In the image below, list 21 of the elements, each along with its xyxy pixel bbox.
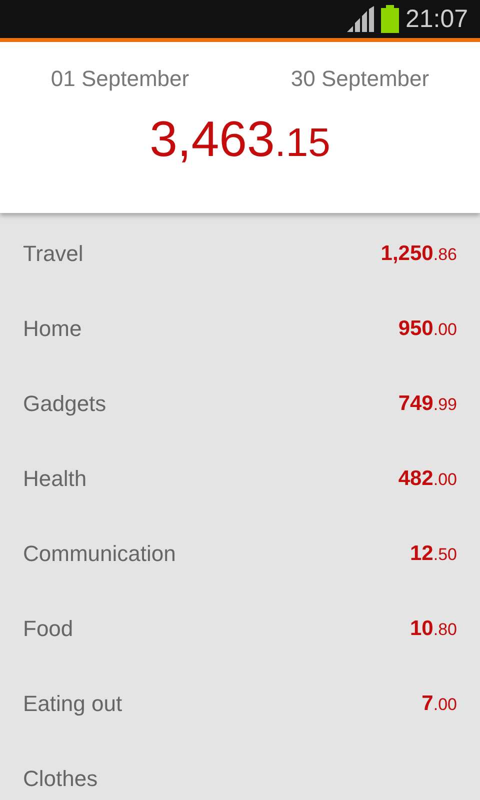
battery-icon	[381, 5, 400, 33]
clock-time: 21:07	[405, 4, 468, 34]
total-amount: 3,463.15	[150, 110, 330, 168]
category-amount: 7.00	[422, 692, 457, 716]
signal-icon	[347, 6, 376, 32]
category-amount: 12.50	[410, 542, 457, 566]
category-name[interactable]: Clothes	[23, 766, 98, 792]
category-name[interactable]: Health	[23, 466, 87, 492]
category-name[interactable]: Communication	[23, 540, 176, 566]
category-name[interactable]: Gadgets	[23, 390, 106, 416]
category-amount: 10.80	[410, 616, 457, 640]
category-amount: 749.99	[398, 392, 457, 416]
category-amount: 950.00	[398, 316, 457, 340]
start-date[interactable]: 01 September	[50, 66, 190, 92]
category-amount: 482.00	[398, 466, 457, 490]
category-name[interactable]: Travel	[23, 240, 84, 266]
category-name[interactable]: Food	[23, 616, 74, 642]
category-amount: 1,250.86	[380, 242, 457, 266]
category-name[interactable]: Eating out	[23, 690, 122, 716]
end-date[interactable]: 30 September	[290, 66, 430, 92]
category-name[interactable]: Home	[23, 316, 82, 342]
